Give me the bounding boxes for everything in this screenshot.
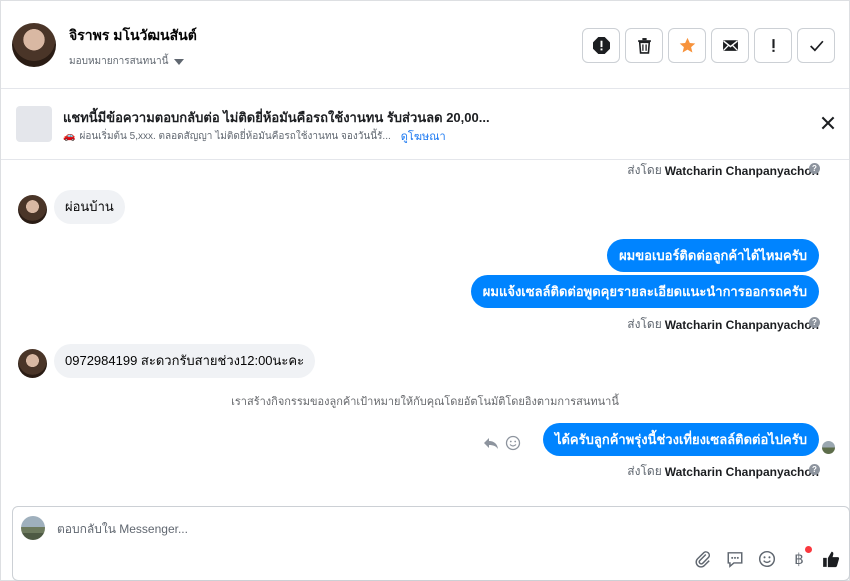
reply-input[interactable] [57, 519, 657, 539]
conversation-panel: จิราพร มโนวัฒนสันต์ มอบหมายการสนทนานี้ แ… [0, 0, 850, 581]
assign-label: มอบหมายการสนทนานี้ [69, 56, 169, 67]
report-button[interactable] [582, 28, 620, 63]
assign-dropdown[interactable]: มอบหมายการสนทนานี้ [69, 54, 185, 69]
contact-avatar-small [18, 195, 47, 224]
attach-button[interactable] [693, 549, 713, 569]
contact-name[interactable]: จิราพร มโนวัฒนสันต์ [69, 25, 197, 47]
contact-avatar-small [18, 349, 47, 378]
baht-payment-icon: ฿ [794, 550, 804, 568]
ad-thumbnail [16, 106, 52, 142]
sent-by-prefix: ส่งโดย [627, 163, 662, 177]
check-icon [809, 40, 824, 52]
like-button[interactable] [821, 549, 841, 569]
incoming-message[interactable]: ผ่อนบ้าน [54, 190, 125, 224]
message-actions [483, 435, 521, 451]
notification-dot [805, 546, 812, 553]
sender-name: Watcharin Chanpanyachon [664, 464, 819, 479]
sent-by-prefix: ส่งโดย [627, 464, 662, 478]
seen-indicator-avatar [822, 441, 835, 454]
trash-icon [637, 38, 651, 54]
header-toolbar [582, 28, 835, 63]
sender-name: Watcharin Chanpanyachon [664, 163, 819, 178]
report-icon [592, 37, 610, 54]
mail-icon [722, 40, 738, 51]
help-icon[interactable]: ? [809, 317, 820, 328]
caret-down-icon [174, 58, 185, 65]
sender-name: Watcharin Chanpanyachon [664, 317, 819, 332]
exclamation-icon [771, 39, 775, 52]
ad-subtitle: ผ่อนเริ่มต้น 5,xxx. ตลอดสัญญา ไม่ติดยี่ห… [79, 130, 391, 142]
system-note: เราสร้างกิจกรรมของลูกค้าเป้าหมายให้กับคุ… [231, 396, 619, 408]
car-icon: 🚗 [63, 130, 76, 142]
view-ad-link[interactable]: ดูโฆษณา [401, 127, 446, 145]
saved-replies-button[interactable] [725, 549, 745, 569]
payment-button[interactable]: ฿ [789, 546, 812, 569]
ad-title: แชทนี้มีข้อความตอบกลับต่อ ไม่ติดยี่ห้อมั… [63, 110, 490, 125]
help-icon[interactable]: ? [809, 163, 820, 174]
close-icon[interactable] [819, 114, 837, 132]
star-button[interactable] [668, 28, 706, 63]
star-icon [679, 37, 695, 53]
mark-done-button[interactable] [797, 28, 835, 63]
delete-button[interactable] [625, 28, 663, 63]
sent-by-label: ส่งโดย Watcharin Chanpanyachon [627, 315, 819, 334]
sent-by-label: ส่งโดย Watcharin Chanpanyachon [627, 462, 819, 481]
page-avatar [21, 516, 45, 540]
emoji-icon [758, 550, 776, 568]
emoji-reaction-icon[interactable] [505, 435, 521, 451]
mark-unread-button[interactable] [711, 28, 749, 63]
conversation-header: จิราพร มโนวัฒนสันต์ มอบหมายการสนทนานี้ [1, 1, 849, 89]
outgoing-message[interactable]: ผมแจ้งเซลล์ติดต่อพูดคุยรายละเอียดแนะนำกา… [470, 275, 819, 308]
emoji-button[interactable] [757, 549, 777, 569]
reply-icon[interactable] [483, 435, 499, 451]
like-icon [823, 551, 840, 568]
attach-icon [695, 551, 710, 568]
saved-reply-icon [727, 552, 743, 568]
contact-avatar[interactable] [12, 23, 56, 67]
incoming-message[interactable]: 0972984199 สะดวกรับสายช่วง12:00นะคะ [54, 344, 316, 378]
sent-by-label: ส่งโดย Watcharin Chanpanyachon [627, 161, 819, 180]
help-icon[interactable]: ? [809, 464, 820, 475]
ad-context-banner: แชทนี้มีข้อความตอบกลับต่อ ไม่ติดยี่ห้อมั… [1, 90, 849, 160]
composer-toolbar: ฿ [693, 546, 841, 569]
outgoing-message[interactable]: ผมขอเบอร์ติดต่อลูกค้าได้ไหมครับ [607, 239, 819, 272]
outgoing-message[interactable]: ได้ครับลูกค้าพรุ่งนี้ช่วงเที่ยงเซลล์ติดต… [542, 423, 819, 456]
reply-composer: ฿ [12, 506, 850, 581]
sent-by-prefix: ส่งโดย [627, 317, 662, 331]
follow-up-button[interactable] [754, 28, 792, 63]
ad-subtitle-row: 🚗 ผ่อนเริ่มต้น 5,xxx. ตลอดสัญญา ไม่ติดยี… [63, 127, 446, 145]
